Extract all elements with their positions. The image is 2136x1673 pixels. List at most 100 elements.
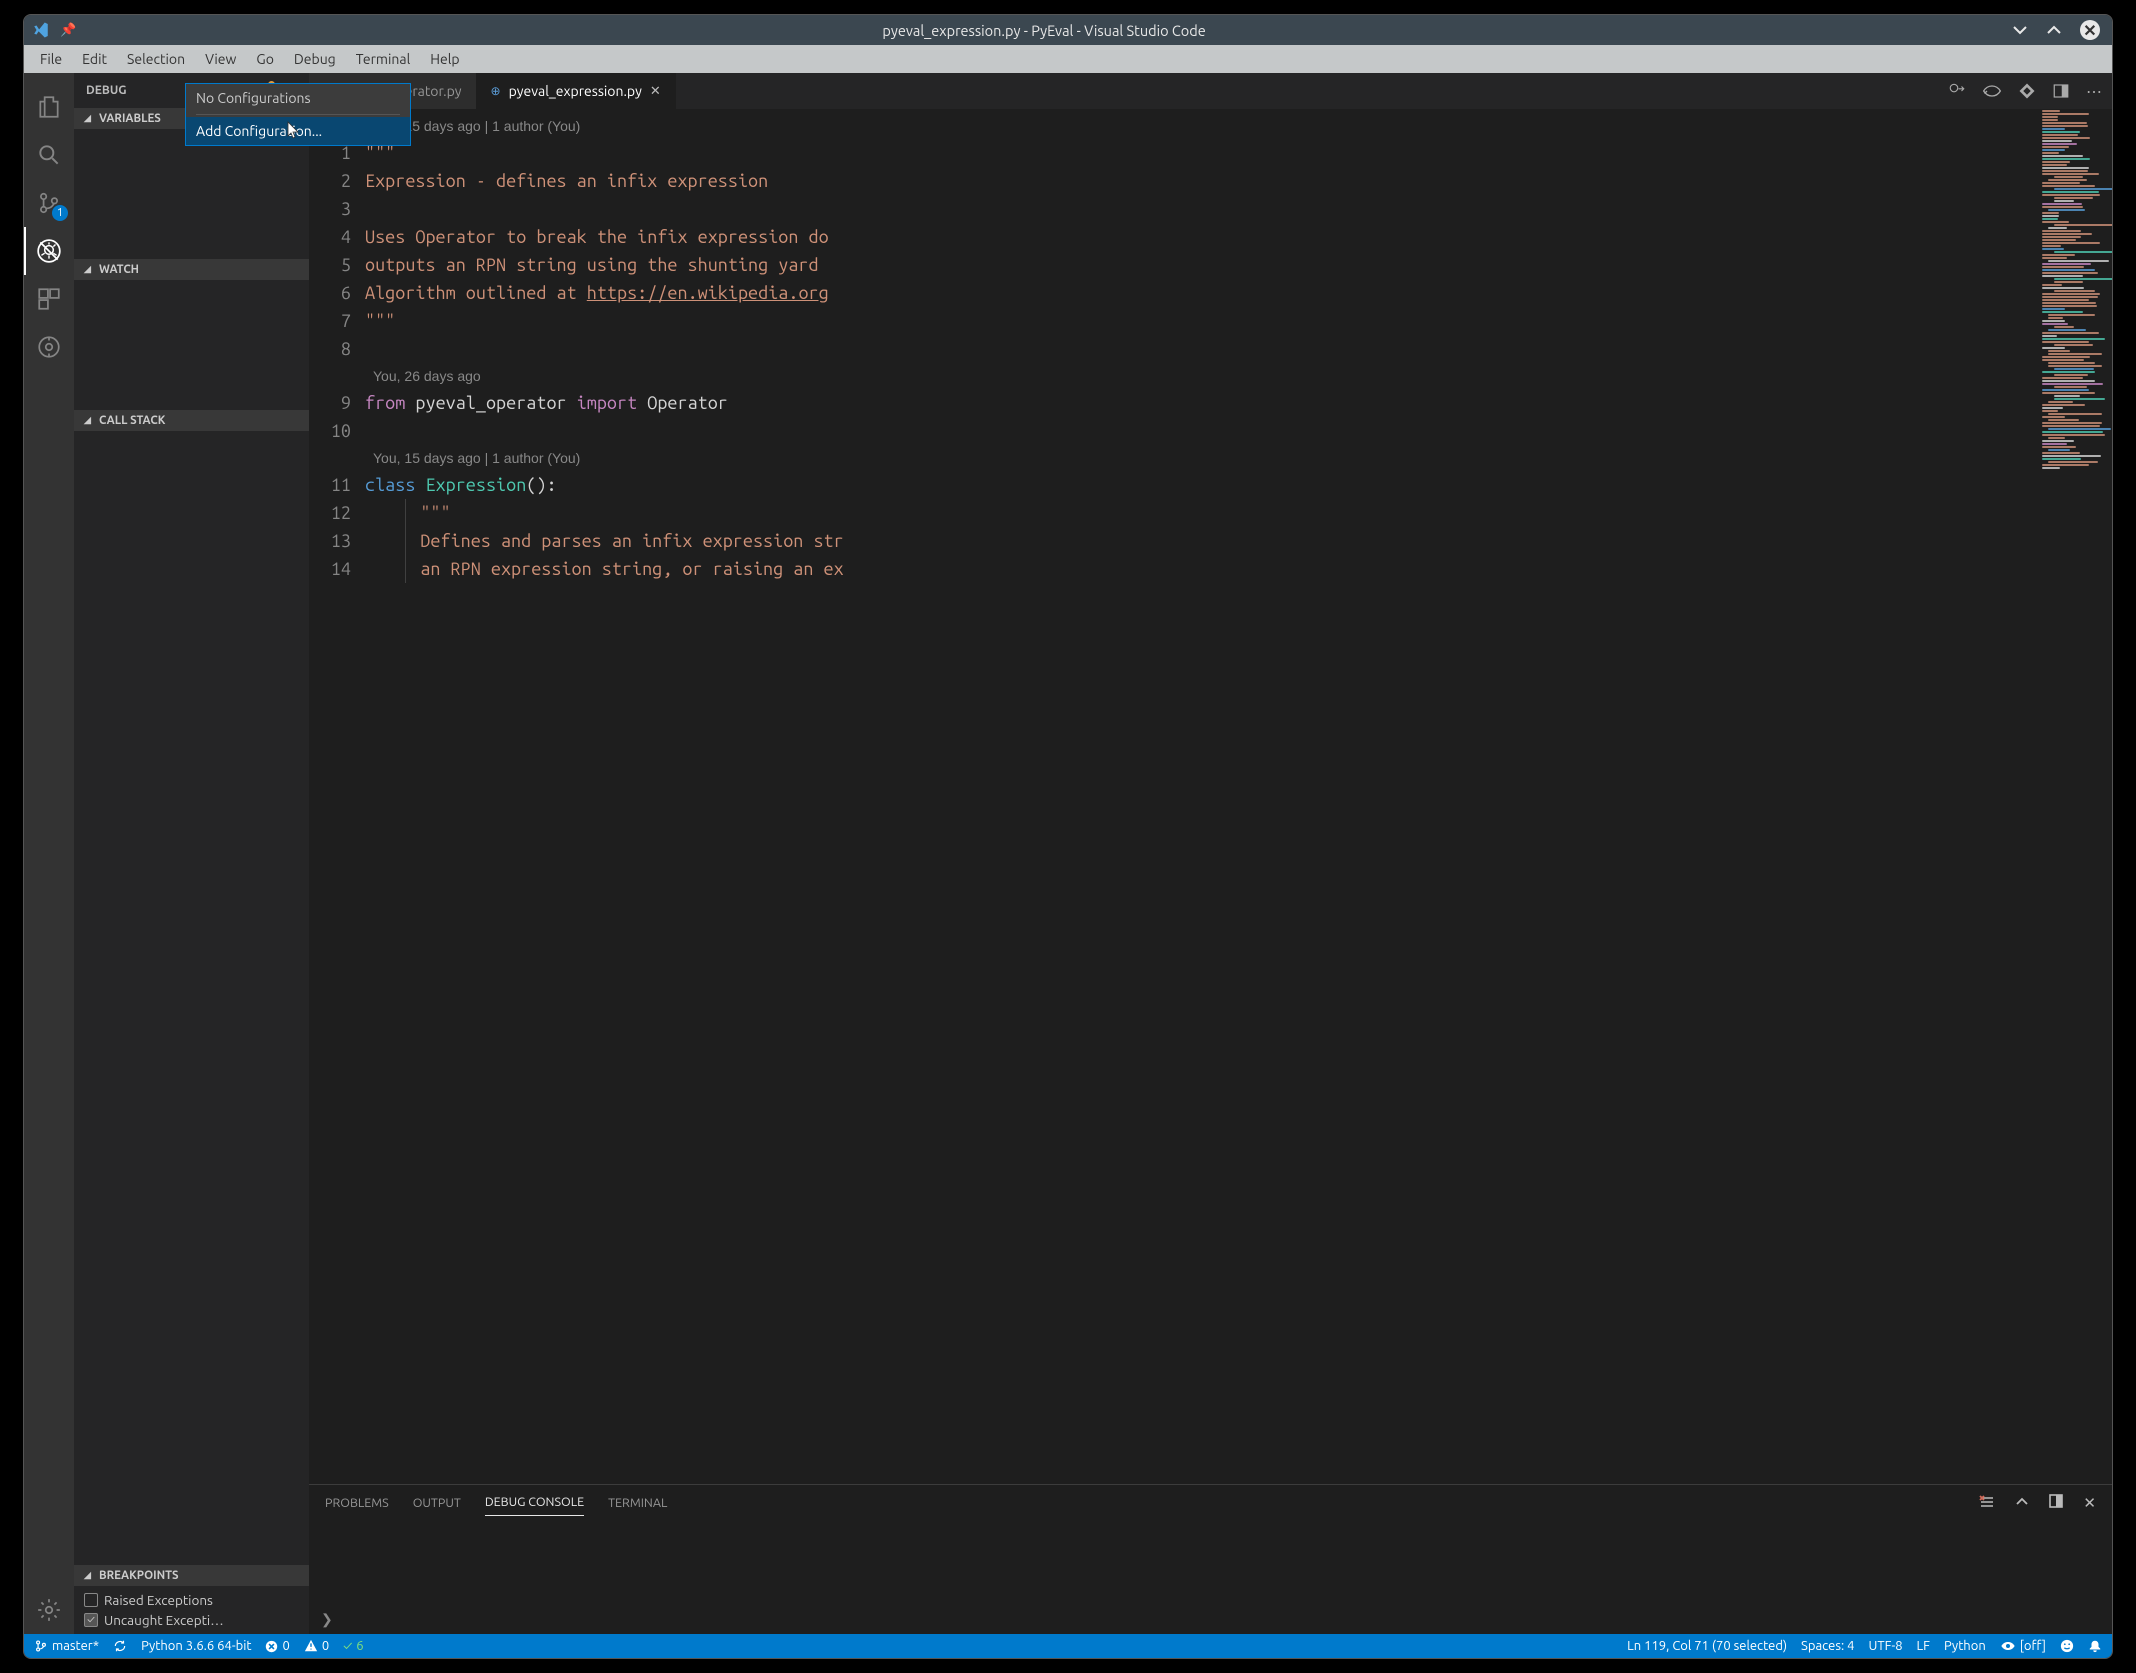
errors-count[interactable]: 0	[265, 1639, 289, 1653]
minimize-button[interactable]	[2012, 22, 2028, 38]
breakpoint-label: Uncaught Excepti…	[104, 1612, 224, 1628]
activitybar: 1	[24, 73, 74, 1634]
compare-icon[interactable]	[2018, 82, 2036, 100]
variables-label: VARIABLES	[99, 112, 161, 125]
text-editor[interactable]: You, 15 days ago | 1 author (You) 1""" 2…	[309, 109, 2040, 1484]
line-number: 8	[309, 335, 365, 363]
close-tab-icon[interactable]: ✕	[650, 84, 661, 99]
panel-tabs: PROBLEMS OUTPUT DEBUG CONSOLE TERMINAL ✕	[309, 1485, 2112, 1520]
line-number: 3	[309, 195, 365, 223]
breakpoint-label: Raised Exceptions	[104, 1592, 213, 1608]
notifications-icon[interactable]	[2088, 1639, 2102, 1653]
source-control-tab[interactable]: 1	[24, 179, 74, 227]
find-changes-icon[interactable]	[1948, 82, 1966, 100]
watch-body	[74, 280, 309, 410]
editor-wrap: You, 15 days ago | 1 author (You) 1""" 2…	[309, 109, 2112, 1484]
panel-tab-terminal[interactable]: TERMINAL	[608, 1490, 667, 1516]
more-actions-icon[interactable]: ⋯	[2086, 82, 2102, 101]
editor-actions: ⋯	[1938, 73, 2112, 109]
warnings-count[interactable]: 0	[304, 1639, 329, 1653]
debug-sidebar: DEBUG ▶ ▼ ◢ VARIABLES ◢ WATCH	[74, 73, 309, 1634]
feedback-icon[interactable]	[2060, 1639, 2074, 1653]
menu-go[interactable]: Go	[246, 51, 283, 67]
checkbox-icon[interactable]: ✓	[84, 1613, 98, 1627]
breakpoint-item[interactable]: ✓ Uncaught Excepti…	[82, 1610, 301, 1630]
window-title: pyeval_expression.py - PyEval - Visual S…	[76, 22, 2012, 39]
menubar: File Edit Selection View Go Debug Termin…	[24, 45, 2112, 73]
line-number: 11	[309, 471, 365, 499]
editor-area: ⊕ pyeval_operator.py ⊕ pyeval_expression…	[309, 73, 2112, 1634]
vscode-icon	[32, 21, 50, 39]
maximize-button[interactable]	[2046, 22, 2062, 38]
line-number: 14	[309, 555, 365, 583]
clear-console-icon[interactable]	[1979, 1494, 1995, 1512]
codelens[interactable]: You, 26 days ago	[309, 363, 2040, 389]
split-editor-icon[interactable]	[2052, 82, 2070, 100]
line-number: 10	[309, 417, 365, 445]
close-button[interactable]: ✕	[2080, 20, 2100, 40]
tests-passing[interactable]: ✓6	[343, 1639, 363, 1653]
telemetry[interactable]: [off]	[2000, 1639, 2046, 1653]
eol[interactable]: LF	[1917, 1639, 1930, 1653]
line-number: 12	[309, 499, 365, 527]
panel-body[interactable]: ❯	[309, 1520, 2112, 1634]
watch-section-header[interactable]: ◢ WATCH	[74, 259, 309, 280]
breakpoints-label: BREAKPOINTS	[99, 1569, 179, 1582]
line-number: 5	[309, 251, 365, 279]
debug-tab[interactable]	[24, 227, 74, 275]
twisty-icon: ◢	[84, 415, 94, 426]
menu-terminal[interactable]: Terminal	[346, 51, 421, 67]
gitlens-icon[interactable]	[1982, 83, 2002, 99]
menu-view[interactable]: View	[195, 51, 246, 67]
dropdown-item-add-config[interactable]: Add Configuration...	[186, 117, 410, 145]
twisty-icon: ◢	[84, 1570, 94, 1581]
collapse-panel-icon[interactable]	[2015, 1494, 2029, 1512]
tab-label: pyeval_expression.py	[509, 83, 642, 99]
menu-edit[interactable]: Edit	[72, 51, 117, 67]
settings-gear[interactable]	[24, 1586, 74, 1634]
codelens[interactable]: You, 15 days ago | 1 author (You)	[309, 445, 2040, 471]
gitlens-tab[interactable]	[24, 323, 74, 371]
maximize-panel-icon[interactable]	[2049, 1494, 2063, 1512]
search-tab[interactable]	[24, 131, 74, 179]
vscode-window: 📌 pyeval_expression.py - PyEval - Visual…	[23, 14, 2113, 1659]
language-mode[interactable]: Python	[1944, 1639, 1986, 1653]
menu-help[interactable]: Help	[420, 51, 469, 67]
minimap[interactable]: // decorative minimap strokes — generate…	[2040, 109, 2112, 1484]
panel-tab-debug-console[interactable]: DEBUG CONSOLE	[485, 1489, 584, 1516]
menu-file[interactable]: File	[30, 51, 72, 67]
python-interpreter[interactable]: Python 3.6.6 64-bit	[141, 1639, 251, 1653]
dropdown-item-no-config[interactable]: No Configurations	[186, 84, 410, 112]
callstack-label: CALL STACK	[99, 414, 165, 427]
bottom-panel: PROBLEMS OUTPUT DEBUG CONSOLE TERMINAL ✕…	[309, 1484, 2112, 1634]
menu-debug[interactable]: Debug	[284, 51, 346, 67]
scm-badge: 1	[52, 205, 68, 221]
indentation[interactable]: Spaces: 4	[1801, 1639, 1854, 1653]
panel-actions: ✕	[1979, 1494, 2096, 1512]
line-number: 4	[309, 223, 365, 251]
panel-tab-output[interactable]: OUTPUT	[413, 1490, 461, 1516]
panel-tab-problems[interactable]: PROBLEMS	[325, 1490, 389, 1516]
checkbox-icon[interactable]	[84, 1593, 98, 1607]
codelens[interactable]: You, 15 days ago | 1 author (You)	[309, 113, 2040, 139]
twisty-icon: ◢	[84, 264, 94, 275]
extensions-tab[interactable]	[24, 275, 74, 323]
menu-selection[interactable]: Selection	[117, 51, 195, 67]
explorer-tab[interactable]	[24, 83, 74, 131]
git-branch[interactable]: master*	[34, 1639, 99, 1653]
sidebar-title: DEBUG	[86, 84, 127, 97]
twisty-icon: ◢	[84, 113, 94, 124]
statusbar: master* Python 3.6.6 64-bit 0 0 ✓6 Ln 11…	[24, 1634, 2112, 1658]
pin-icon[interactable]: 📌	[60, 23, 76, 38]
breakpoints-section-header[interactable]: ◢ BREAKPOINTS	[74, 1565, 309, 1586]
callstack-body	[74, 431, 309, 1565]
tab-pyeval-expression[interactable]: ⊕ pyeval_expression.py ✕	[477, 73, 676, 109]
callstack-section-header[interactable]: ◢ CALL STACK	[74, 410, 309, 431]
sync-icon[interactable]	[113, 1639, 127, 1653]
close-panel-icon[interactable]: ✕	[2083, 1494, 2096, 1512]
breakpoint-item[interactable]: Raised Exceptions	[82, 1590, 301, 1610]
line-number: 7	[309, 307, 365, 335]
line-number: 6	[309, 279, 365, 307]
encoding[interactable]: UTF-8	[1868, 1639, 1902, 1653]
selection-info[interactable]: Ln 119, Col 71 (70 selected)	[1627, 1639, 1787, 1653]
